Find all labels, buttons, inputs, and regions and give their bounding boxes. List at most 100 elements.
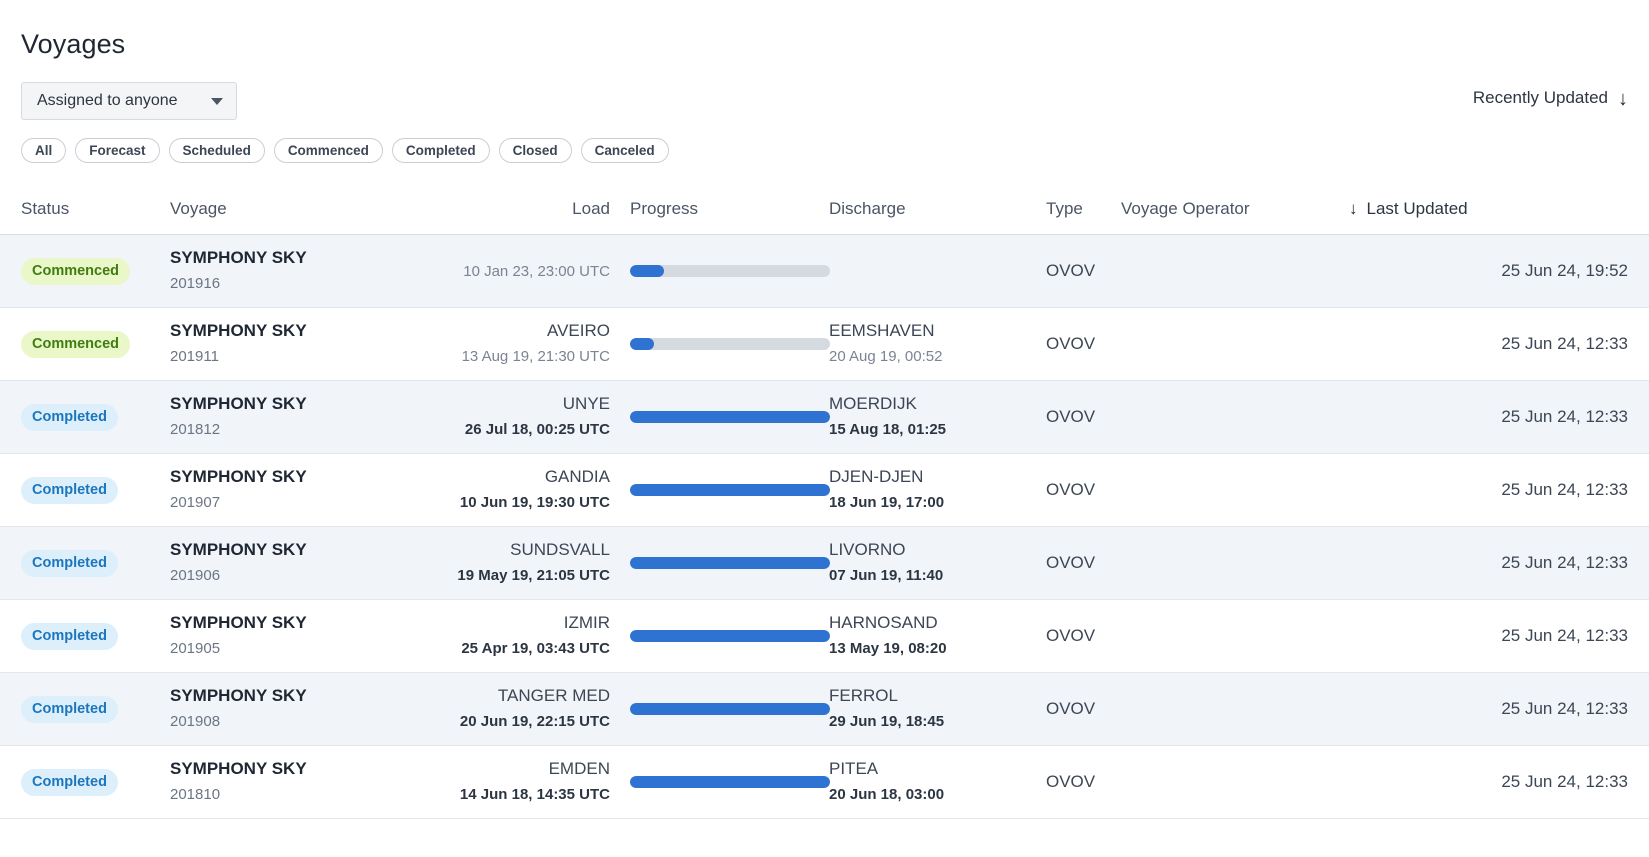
assigned-filter-label: Assigned to anyone <box>37 92 178 109</box>
last-updated-value: 25 Jun 24, 12:33 <box>1501 407 1628 426</box>
progress-bar <box>630 703 830 715</box>
table-row[interactable]: Completed SYMPHONY SKY 201907 GANDIA 10 Jun … <box>0 454 1649 527</box>
discharge-port: DJEN-DJEN <box>829 466 924 486</box>
progress-bar-fill <box>630 265 664 277</box>
discharge-time: 15 Aug 18, 01:25 <box>829 421 947 439</box>
cell-load: TANGER MED 20 Jun 19, 22:15 UTC <box>420 684 610 735</box>
load-time: 13 Aug 19, 21:30 UTC <box>461 348 610 366</box>
discharge-port: PITEA <box>829 758 879 778</box>
column-header-operator[interactable]: Voyage Operator <box>1121 199 1349 219</box>
filter-pill-canceled[interactable]: Canceled <box>580 138 669 163</box>
table-row[interactable]: Commenced SYMPHONY SKY 201916 10 Jan 23, 23… <box>0 235 1649 308</box>
discharge-port: FERROL <box>829 685 898 705</box>
cell-last-updated: 25 Jun 24, 19:52 <box>1349 261 1649 281</box>
cell-last-updated: 25 Jun 24, 12:33 <box>1349 626 1649 646</box>
cell-voyage: SYMPHONY SKY 201810 <box>170 757 420 808</box>
cell-discharge: HARNOSAND 13 May 19, 08:20 <box>829 611 1046 662</box>
cell-progress <box>610 776 830 788</box>
discharge-time: 29 Jun 19, 18:45 <box>829 713 945 731</box>
assigned-filter-dropdown[interactable]: Assigned to anyone <box>21 82 237 120</box>
page-title: Voyages <box>21 29 126 60</box>
cell-status: Completed <box>0 622 170 650</box>
filter-pill-closed[interactable]: Closed <box>498 138 572 163</box>
chevron-down-icon <box>211 97 223 105</box>
table-row[interactable]: Completed SYMPHONY SKY 201906 SUNDSVALL 19 M… <box>0 527 1649 600</box>
cell-voyage: SYMPHONY SKY 201911 <box>170 319 420 370</box>
load-time: 10 Jan 23, 23:00 UTC <box>463 262 610 280</box>
progress-bar <box>630 630 830 642</box>
last-updated-value: 25 Jun 24, 12:33 <box>1501 480 1628 499</box>
vessel-name[interactable]: SYMPHONY SKY <box>170 757 420 782</box>
cell-type: OVOV <box>1046 407 1121 427</box>
column-header-last-updated-label: Last Updated <box>1366 198 1468 218</box>
cell-voyage: SYMPHONY SKY 201907 <box>170 465 420 516</box>
vessel-name[interactable]: SYMPHONY SKY <box>170 684 420 709</box>
cell-voyage: SYMPHONY SKY 201812 <box>170 392 420 443</box>
load-time: 14 Jun 18, 14:35 UTC <box>459 786 610 804</box>
cell-load: EMDEN 14 Jun 18, 14:35 UTC <box>420 757 610 808</box>
vessel-name[interactable]: SYMPHONY SKY <box>170 392 420 417</box>
column-header-discharge[interactable]: Discharge <box>829 199 1046 219</box>
voyage-type: OVOV <box>1046 626 1096 645</box>
voyage-type: OVOV <box>1046 261 1096 280</box>
voyage-number: 201907 <box>170 494 221 512</box>
status-badge: Completed <box>21 476 118 504</box>
discharge-port: MOERDIJK <box>829 393 917 413</box>
column-header-last-updated[interactable]: ↓ Last Updated <box>1349 199 1649 219</box>
column-header-status[interactable]: Status <box>0 199 170 219</box>
load-time: 26 Jul 18, 00:25 UTC <box>464 421 610 439</box>
cell-type: OVOV <box>1046 334 1121 354</box>
progress-bar-fill <box>630 703 830 715</box>
filter-pill-all[interactable]: All <box>21 138 67 163</box>
column-header-voyage[interactable]: Voyage <box>170 199 420 219</box>
filter-pill-completed[interactable]: Completed <box>391 138 490 163</box>
sort-control[interactable]: Recently Updated ↓ <box>1472 88 1628 109</box>
status-badge: Completed <box>21 768 118 796</box>
cell-type: OVOV <box>1046 699 1121 719</box>
cell-progress <box>610 484 830 496</box>
cell-type: OVOV <box>1046 772 1121 792</box>
cell-load: AVEIRO 13 Aug 19, 21:30 UTC <box>420 319 610 370</box>
filter-pill-scheduled[interactable]: Scheduled <box>168 138 265 163</box>
cell-voyage: SYMPHONY SKY 201908 <box>170 684 420 735</box>
vessel-name[interactable]: SYMPHONY SKY <box>170 465 420 490</box>
last-updated-value: 25 Jun 24, 12:33 <box>1501 772 1628 791</box>
column-header-load[interactable]: Load <box>420 199 610 219</box>
table-header-row: Status Voyage Load Progress Discharge Ty… <box>0 183 1649 235</box>
cell-type: OVOV <box>1046 261 1121 281</box>
vessel-name[interactable]: SYMPHONY SKY <box>170 246 420 271</box>
vessel-name[interactable]: SYMPHONY SKY <box>170 319 420 344</box>
load-port: SUNDSVALL <box>510 539 610 559</box>
table-row[interactable]: Completed SYMPHONY SKY 201908 TANGER MED 20 … <box>0 673 1649 746</box>
load-port: EMDEN <box>548 758 610 778</box>
progress-bar-fill <box>630 557 830 569</box>
cell-progress <box>610 411 830 423</box>
column-header-progress[interactable]: Progress <box>610 199 829 219</box>
progress-bar <box>630 557 830 569</box>
table-row[interactable]: Completed SYMPHONY SKY 201812 UNYE 26 Jul 18… <box>0 381 1649 454</box>
cell-status: Completed <box>0 695 170 723</box>
vessel-name[interactable]: SYMPHONY SKY <box>170 538 420 563</box>
sort-label: Recently Updated <box>1472 88 1608 107</box>
filter-pill-commenced[interactable]: Commenced <box>273 138 383 163</box>
table-body: Commenced SYMPHONY SKY 201916 10 Jan 23, 23… <box>0 235 1649 819</box>
cell-status: Completed <box>0 403 170 431</box>
status-badge: Completed <box>21 549 118 577</box>
table-row[interactable]: Completed SYMPHONY SKY 201905 IZMIR 25 Apr 1… <box>0 600 1649 673</box>
progress-bar <box>630 338 830 350</box>
cell-load: 10 Jan 23, 23:00 UTC <box>420 263 610 280</box>
cell-status: Completed <box>0 549 170 577</box>
table-row[interactable]: Completed SYMPHONY SKY 201810 EMDEN 14 Jun 1… <box>0 746 1649 819</box>
voyage-type: OVOV <box>1046 772 1096 791</box>
cell-type: OVOV <box>1046 553 1121 573</box>
voyage-type: OVOV <box>1046 553 1096 572</box>
load-port: AVEIRO <box>547 320 610 340</box>
load-time: 20 Jun 19, 22:15 UTC <box>459 713 610 731</box>
voyage-type: OVOV <box>1046 480 1096 499</box>
column-header-type[interactable]: Type <box>1046 199 1121 219</box>
filter-pill-forecast[interactable]: Forecast <box>75 138 160 163</box>
table-row[interactable]: Commenced SYMPHONY SKY 201911 AVEIRO 13 Aug … <box>0 308 1649 381</box>
cell-voyage: SYMPHONY SKY 201916 <box>170 246 420 297</box>
status-filter-pills: All Forecast Scheduled Commenced Completed Cl… <box>21 138 669 163</box>
vessel-name[interactable]: SYMPHONY SKY <box>170 611 420 636</box>
